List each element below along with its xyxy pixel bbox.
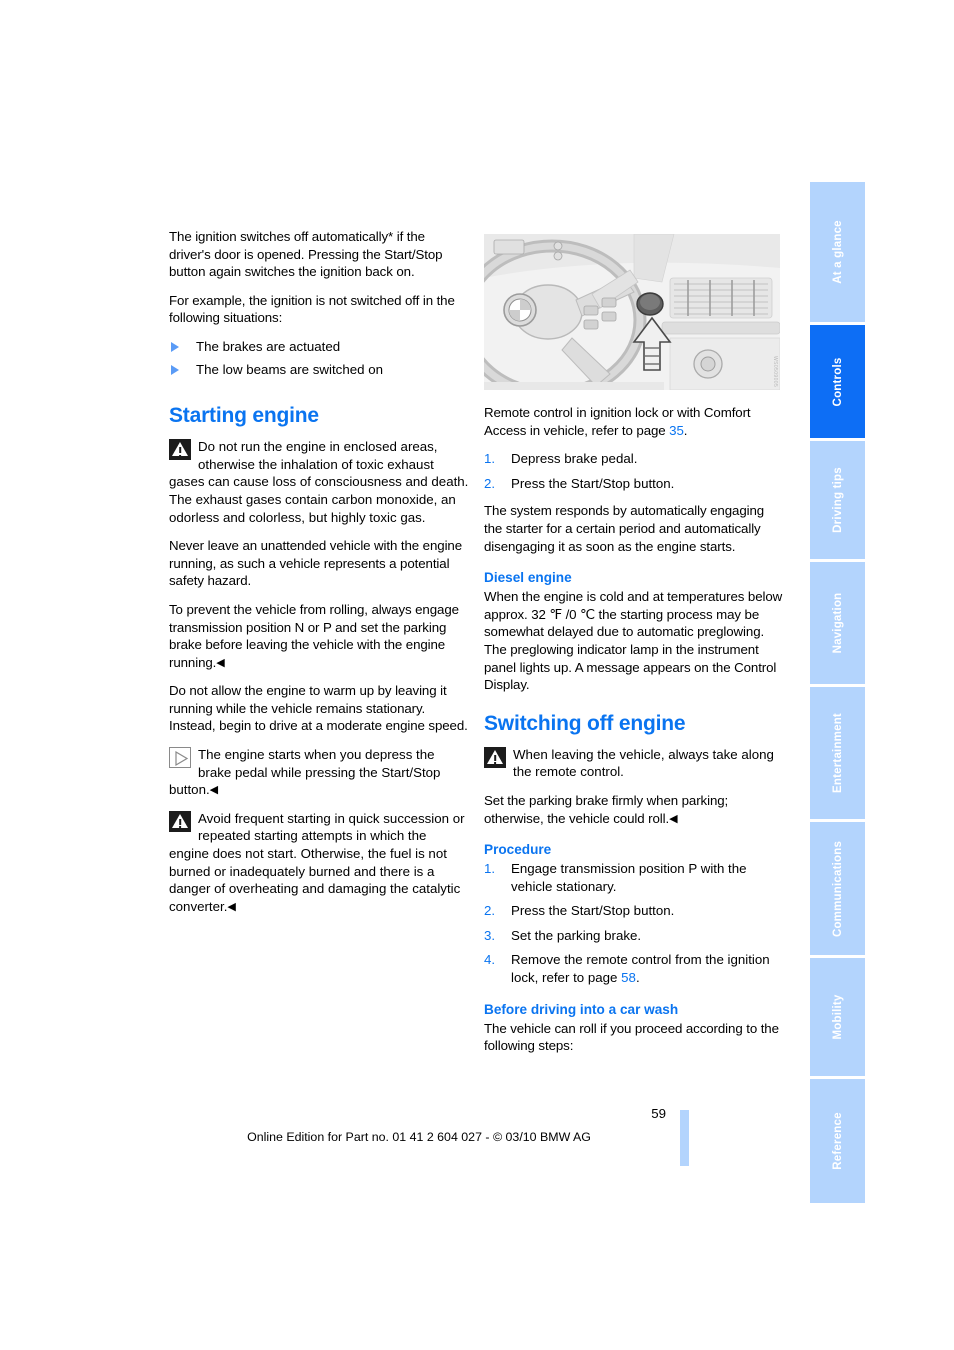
sidebar-item-label: Mobility bbox=[831, 994, 844, 1040]
list-item-label: The low beams are switched on bbox=[196, 361, 383, 377]
list-item-label: The brakes are actuated bbox=[196, 338, 341, 354]
sidebar-item-label: Communications bbox=[831, 840, 844, 937]
footer-imprint: Online Edition for Part no. 01 41 2 604 … bbox=[247, 1130, 591, 1144]
sidebar-item-label: At a glance bbox=[831, 220, 844, 284]
right-column: Remote control in ignition lock or with … bbox=[484, 404, 784, 1066]
list-item: 1. Engage transmission position P with th… bbox=[484, 860, 784, 895]
sidebar-item-mobility[interactable]: Mobility bbox=[810, 958, 865, 1076]
warning-parking-brake: Set the parking brake firmly when parkin… bbox=[484, 792, 784, 827]
page-reference-link[interactable]: 35 bbox=[669, 423, 684, 438]
ignition-exception-list: The brakes are actuated The low beams ar… bbox=[169, 338, 469, 378]
intro-paragraph-2: For example, the ignition is not switche… bbox=[169, 292, 455, 326]
section-tab-strip: At a glance Controls Driving tips Naviga… bbox=[810, 182, 865, 1206]
list-number: 4. bbox=[484, 952, 496, 968]
sidebar-item-label: Controls bbox=[831, 357, 844, 406]
warning-block-enclosed-areas: Do not run the engine in enclosed areas,… bbox=[169, 438, 469, 526]
warning-text: When leaving the vehicle, always take al… bbox=[513, 746, 774, 780]
sidebar-item-driving-tips[interactable]: Driving tips bbox=[810, 441, 865, 559]
warning-triangle-icon bbox=[169, 439, 191, 461]
sidebar-item-entertainment[interactable]: Entertainment bbox=[810, 687, 865, 819]
remote-control-caption: Remote control in ignition lock or with … bbox=[484, 404, 784, 439]
note-triangle-glyph bbox=[175, 751, 189, 767]
end-mark-icon: ◀ bbox=[227, 900, 236, 913]
page-number: 59 bbox=[651, 1106, 666, 1121]
illustration-start-stop-button: WS0509005 bbox=[484, 234, 780, 390]
sidebar-item-communications[interactable]: Communications bbox=[810, 822, 865, 955]
warning-block-frequent-starting: Avoid frequent starting in quick success… bbox=[169, 810, 469, 916]
caption-text-b: . bbox=[683, 422, 688, 438]
warning-triangle-icon bbox=[484, 746, 506, 768]
list-item-label: Set the parking brake. bbox=[511, 927, 642, 943]
sidebar-item-navigation[interactable]: Navigation bbox=[810, 562, 865, 684]
warning-unattended-vehicle: Never leave an unattended vehicle with t… bbox=[169, 538, 463, 589]
warning-block-take-remote: When leaving the vehicle, always take al… bbox=[484, 746, 784, 781]
list-item-label: Press the Start/Stop button. bbox=[511, 903, 675, 919]
illustration-code-label: WS0509005 bbox=[772, 355, 778, 387]
triangle-bullet-icon bbox=[171, 341, 179, 352]
sidebar-item-label: Reference bbox=[831, 1112, 844, 1170]
sidebar-item-label: Driving tips bbox=[831, 467, 844, 533]
caption-text-a: Remote control in ignition lock or with … bbox=[484, 405, 751, 438]
list-item: The low beams are switched on bbox=[169, 361, 469, 379]
list-item-suffix: . bbox=[635, 970, 640, 986]
list-item: 4. Remove the remote control from the ign… bbox=[484, 951, 784, 986]
left-column: The ignition switches off automatically*… bbox=[169, 228, 469, 926]
manual-page: The ignition switches off automatically*… bbox=[0, 0, 954, 1350]
switching-off-procedure-list: 1. Engage transmission position P with th… bbox=[484, 860, 784, 987]
list-number: 2. bbox=[484, 475, 496, 491]
heading-switching-off-engine: Switching off engine bbox=[484, 711, 686, 735]
page-reference-link[interactable]: 58 bbox=[621, 970, 636, 985]
steering-wheel-dashboard-illustration bbox=[484, 234, 780, 390]
list-item-label: Depress brake pedal. bbox=[511, 451, 638, 467]
sidebar-item-label: Entertainment bbox=[831, 713, 844, 793]
list-number: 3. bbox=[484, 927, 496, 943]
list-item: 3. Set the parking brake. bbox=[484, 927, 784, 945]
list-item: The brakes are actuated bbox=[169, 338, 469, 356]
heading-starting-engine: Starting engine bbox=[169, 404, 319, 428]
sidebar-item-label: Navigation bbox=[831, 592, 844, 654]
heading-procedure: Procedure bbox=[484, 842, 552, 858]
triangle-bullet-icon bbox=[171, 364, 179, 375]
list-item-label: Engage transmission position P with the … bbox=[511, 861, 747, 894]
starting-procedure-list: 1. Depress brake pedal. 2. Press the Start… bbox=[484, 450, 784, 492]
list-item-label: Press the Start/Stop button. bbox=[511, 475, 675, 491]
diesel-engine-paragraph: When the engine is cold and at temperatu… bbox=[484, 589, 783, 693]
list-number: 2. bbox=[484, 903, 496, 919]
list-item: 2. Press the Start/Stop button. bbox=[484, 902, 784, 920]
note-block-engine-starts: The engine starts when you depress the b… bbox=[169, 746, 469, 799]
warning-prevent-rolling: To prevent the vehicle from rolling, alw… bbox=[169, 601, 469, 671]
warning-prevent-rolling-text: To prevent the vehicle from rolling, alw… bbox=[169, 601, 459, 670]
list-number: 1. bbox=[484, 861, 496, 877]
list-item: 2. Press the Start/Stop button. bbox=[484, 475, 784, 493]
warning-triangle-icon bbox=[169, 810, 191, 832]
sidebar-item-controls[interactable]: Controls bbox=[810, 325, 865, 438]
paragraph-warm-up: Do not allow the engine to warm up by le… bbox=[169, 683, 468, 734]
heading-before-car-wash: Before driving into a car wash bbox=[484, 1001, 679, 1017]
sidebar-item-reference[interactable]: Reference bbox=[810, 1079, 865, 1203]
heading-diesel-engine: Diesel engine bbox=[484, 570, 572, 586]
intro-paragraph-1: The ignition switches off automatically*… bbox=[169, 229, 443, 280]
car-wash-paragraph: The vehicle can roll if you proceed acco… bbox=[484, 1020, 779, 1054]
end-mark-icon: ◀ bbox=[209, 784, 219, 797]
warning-text: Do not run the engine in enclosed areas,… bbox=[169, 439, 469, 525]
system-response-paragraph: The system responds by automatically eng… bbox=[484, 503, 765, 554]
end-mark-icon: ◀ bbox=[216, 656, 225, 669]
end-mark-icon: ◀ bbox=[669, 812, 678, 825]
note-play-triangle-icon bbox=[169, 747, 191, 769]
list-item-label: Remove the remote control from the ignit… bbox=[511, 952, 770, 986]
warning-parking-brake-text: Set the parking brake firmly when parkin… bbox=[484, 792, 729, 826]
sidebar-item-at-a-glance[interactable]: At a glance bbox=[810, 182, 865, 322]
page-marker-bar bbox=[680, 1110, 689, 1166]
list-item: 1. Depress brake pedal. bbox=[484, 450, 784, 468]
warning-text: Avoid frequent starting in quick success… bbox=[169, 810, 465, 914]
list-number: 1. bbox=[484, 451, 496, 467]
